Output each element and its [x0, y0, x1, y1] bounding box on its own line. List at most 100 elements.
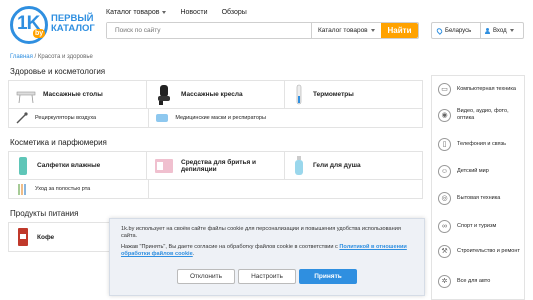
user-icon: [485, 27, 490, 34]
wheel-icon: ✲: [438, 275, 451, 288]
phone-icon: ▯: [438, 138, 451, 151]
logo-text: ПЕРВЫЙ КАТАЛОГ: [51, 14, 95, 34]
massage-chair-icon: [158, 84, 170, 105]
recirculator-icon: [16, 112, 28, 124]
category-shower-gels[interactable]: Гели для душа: [285, 152, 422, 179]
login-label: Вход: [493, 27, 507, 34]
stroller-icon: ☺: [438, 165, 451, 178]
grid-row: Салфетки влажные Средства для бритья и д…: [9, 152, 422, 180]
cookie-decline-button[interactable]: Отклонить: [177, 269, 235, 284]
category-label: Массажные кресла: [181, 91, 243, 98]
washing-machine-icon: ◎: [438, 192, 451, 205]
sidebar-item-appliances[interactable]: ◎ Бытовая техника: [432, 192, 524, 205]
wet-wipes-icon: [19, 156, 27, 175]
category-air-recirculators[interactable]: Рециркуляторы воздуха: [9, 109, 150, 127]
sidebar-item-auto[interactable]: ✲ Все для авто: [432, 275, 524, 288]
sidebar-item-computers[interactable]: ▭ Компьютерная техника: [432, 83, 524, 96]
empty-cell: [149, 180, 422, 198]
sidebar-item-label: Видео, аудио, фото, оптика: [457, 108, 509, 121]
section-title-cosmetics: Косметика и парфюмерия: [10, 138, 107, 147]
nav-reviews[interactable]: Обзоры: [222, 9, 247, 16]
massage-table-icon: [16, 91, 36, 103]
computer-icon: ▭: [438, 83, 451, 96]
sidebar-item-label: Детский мир: [457, 168, 489, 174]
cookie-banner: 1k.by использует на своём сайте файлы co…: [109, 218, 425, 296]
chevron-down-icon: [509, 29, 514, 32]
breadcrumb: Главная / Красота и здоровье: [10, 54, 93, 60]
category-label: Массажные столы: [43, 91, 103, 98]
toothbrush-icon: [18, 184, 26, 195]
nav-news[interactable]: Новости: [180, 9, 207, 16]
category-massage-tables[interactable]: Массажные столы: [9, 81, 147, 108]
category-label: Уход за полостью рта: [35, 186, 91, 192]
category-label: Медицинские маски и респираторы: [175, 115, 266, 121]
logo-badge: 1K by: [10, 6, 48, 44]
shaving-products-icon: [155, 158, 173, 173]
category-label: Рециркуляторы воздуха: [35, 115, 97, 121]
category-grid-cosmetics: Салфетки влажные Средства для бритья и д…: [8, 151, 423, 199]
logo-by: by: [33, 29, 46, 38]
category-grid-health: Массажные столы Массажные кресла Термоме…: [8, 80, 423, 128]
tools-icon: ⚒: [438, 245, 451, 258]
chevron-down-icon: [162, 11, 167, 14]
nav-catalog[interactable]: Каталог товаров: [106, 9, 167, 16]
cookie-text-2: Нажав "Принять", Вы даете согласие на об…: [121, 244, 417, 258]
section-title-health: Здоровье и косметология: [10, 67, 106, 76]
grid-row: Массажные столы Массажные кресла Термоме…: [9, 81, 422, 109]
sidebar-item-label: Компьютерная техника: [457, 86, 516, 92]
search-input[interactable]: [107, 23, 311, 38]
bicycle-icon: ∞: [438, 220, 451, 233]
cookie-accept-button[interactable]: Принять: [299, 269, 357, 284]
category-massage-chairs[interactable]: Массажные кресла: [147, 81, 285, 108]
logo-line2: КАТАЛОГ: [51, 23, 95, 34]
category-label: Гели для душа: [313, 162, 361, 169]
search-category-select[interactable]: Каталог товаров: [311, 23, 381, 38]
grid-row: Рециркуляторы воздуха Медицинские маски …: [9, 109, 422, 127]
medical-mask-icon: [156, 114, 169, 122]
category-shaving[interactable]: Средства для бритья и депиляции: [147, 152, 285, 179]
breadcrumb-separator: /: [34, 54, 37, 60]
cookie-text-1: 1k.by использует на своём сайте файлы co…: [121, 226, 401, 239]
sidebar-categories: ▭ Компьютерная техника ◉ Видео, аудио, ф…: [431, 75, 525, 300]
category-label: Кофе: [37, 233, 55, 241]
sidebar-item-label: Строительство и ремонт: [457, 248, 520, 254]
sidebar-item-construction[interactable]: ⚒ Строительство и ремонт: [432, 245, 524, 258]
region-select[interactable]: Беларусь: [431, 22, 481, 39]
site-logo[interactable]: 1K by ПЕРВЫЙ КАТАЛОГ: [10, 6, 95, 44]
sidebar-item-sport[interactable]: ∞ Спорт и туризм: [432, 220, 524, 233]
sidebar-item-label: Спорт и туризм: [457, 223, 497, 229]
cookie-consent-text: Нажав "Принять", Вы даете согласие на об…: [121, 244, 338, 250]
breadcrumb-current: Красота и здоровье: [37, 54, 93, 60]
location-pin-icon: [435, 26, 444, 35]
category-label: Средства для бритья и депиляции: [181, 158, 257, 173]
nav-catalog-label: Каталог товаров: [106, 9, 160, 16]
sidebar-item-label: Бытовая техника: [457, 195, 501, 201]
thermometer-icon: [296, 84, 302, 104]
sidebar-item-label: Все для авто: [457, 278, 491, 284]
sidebar-item-telephony[interactable]: ▯ Телефония и связь: [432, 138, 524, 151]
category-thermometers[interactable]: Термометры: [285, 81, 422, 108]
breadcrumb-home[interactable]: Главная: [10, 54, 33, 60]
search-bar: Каталог товаров Найти: [106, 22, 419, 39]
search-button[interactable]: Найти: [381, 23, 418, 38]
region-label: Беларусь: [445, 27, 472, 34]
sidebar-item-label: Телефония и связь: [457, 141, 506, 147]
category-wet-wipes[interactable]: Салфетки влажные: [9, 152, 147, 179]
category-oral-care[interactable]: Уход за полостью рта: [9, 180, 150, 198]
sidebar-item-kids[interactable]: ☺ Детский мир: [432, 165, 524, 178]
category-medical-masks[interactable]: Медицинские маски и респираторы: [149, 109, 422, 127]
shower-gel-icon: [295, 155, 303, 175]
camera-icon: ◉: [438, 108, 451, 122]
search-category-label: Каталог товаров: [318, 27, 368, 34]
cookie-text-end: .: [192, 251, 195, 257]
category-label: Термометры: [313, 91, 354, 98]
coffee-icon: [18, 228, 28, 246]
top-nav: Каталог товаров Новости Обзоры: [106, 9, 247, 16]
cookie-configure-button[interactable]: Настроить: [238, 269, 296, 284]
sidebar-item-video-audio[interactable]: ◉ Видео, аудио, фото, оптика: [432, 108, 524, 122]
category-label: Салфетки влажные: [37, 162, 101, 169]
login-button[interactable]: Вход: [481, 22, 524, 39]
chevron-down-icon: [371, 29, 375, 32]
grid-row: Уход за полостью рта: [9, 180, 422, 198]
section-title-food: Продукты питания: [10, 209, 79, 218]
